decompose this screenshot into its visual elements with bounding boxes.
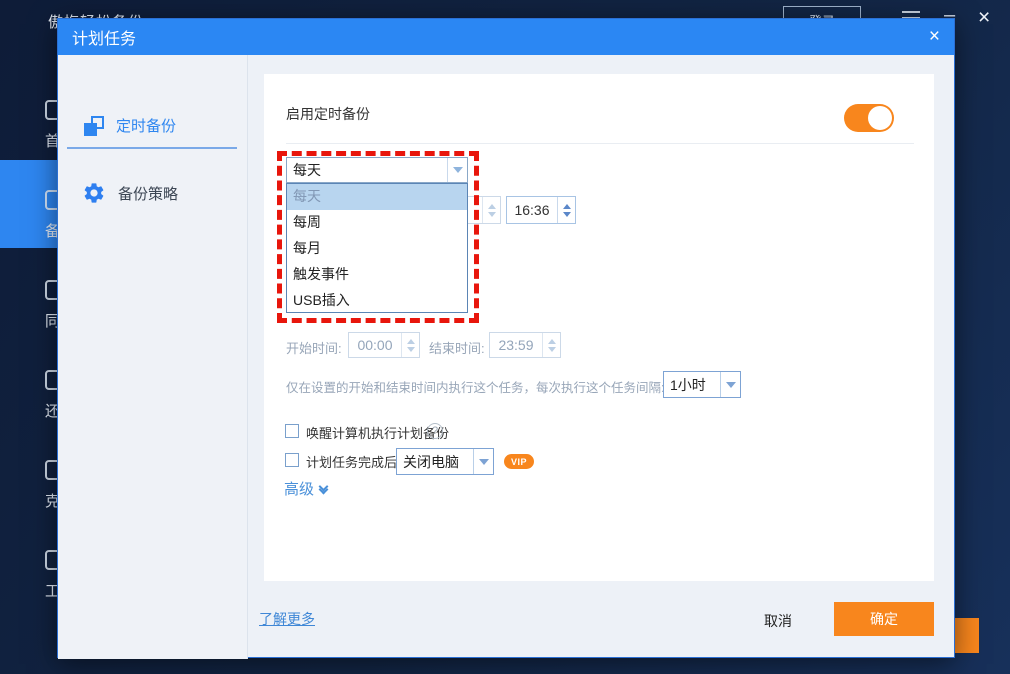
dropdown-arrow-icon[interactable]	[720, 372, 740, 397]
start-time-spinner[interactable]: 00:00	[348, 332, 420, 358]
gear-icon	[82, 181, 106, 205]
backup-time-spinner[interactable]: 16:36	[506, 196, 576, 224]
spinner-arrows-icon[interactable]	[482, 197, 500, 223]
end-time-spinner[interactable]: 23:59	[489, 332, 561, 358]
interval-description-label: 仅在设置的开始和结束时间内执行这个任务，每次执行这个任务间隔:	[286, 377, 664, 396]
sidebar-item-schedule-backup[interactable]: 定时备份	[84, 115, 176, 136]
enable-schedule-toggle[interactable]	[844, 104, 894, 132]
after-task-checkbox[interactable]	[285, 453, 299, 467]
dialog-sidebar: 定时备份 备份策略	[58, 55, 248, 659]
wake-computer-checkbox[interactable]	[285, 424, 299, 438]
backup-time-value: 16:36	[507, 202, 557, 218]
schedule-backup-icon	[84, 116, 104, 136]
dialog-title: 计划任务	[72, 25, 136, 49]
spinner-arrows-icon[interactable]	[557, 197, 575, 223]
app-window: 傲梅轻松备份 登录 – × 首 备 同 还 克 工 计划任务 × 定时备份 备份…	[0, 0, 1010, 674]
interval-value: 1小时	[664, 375, 720, 395]
after-task-action-value: 关闭电脑	[397, 452, 473, 472]
dropdown-arrow-icon[interactable]	[473, 449, 493, 474]
spinner-arrows-icon[interactable]	[401, 333, 419, 357]
end-time-value: 23:59	[490, 337, 542, 353]
schedule-dialog: 计划任务 × 定时备份 备份策略 启用定时备份 每天 1	[57, 18, 955, 658]
app-close-icon[interactable]: ×	[978, 6, 990, 30]
after-task-action-select[interactable]: 关闭电脑	[396, 448, 494, 475]
dialog-titlebar: 计划任务 ×	[58, 19, 954, 55]
after-task-label: 计划任务完成后	[306, 452, 397, 471]
enable-schedule-label: 启用定时备份	[286, 104, 370, 124]
background-button-fragment	[953, 618, 979, 653]
divider	[286, 143, 914, 144]
learn-more-link[interactable]: 了解更多	[259, 609, 315, 629]
help-icon[interactable]: ?	[427, 423, 443, 439]
sidebar-item-backup-strategy-label: 备份策略	[118, 183, 178, 204]
end-time-label: 结束时间:	[429, 338, 485, 357]
sidebar-item-backup-strategy[interactable]: 备份策略	[82, 181, 178, 205]
spinner-arrows-icon[interactable]	[542, 333, 560, 357]
start-time-label: 开始时间:	[286, 338, 342, 357]
advanced-link-label: 高级	[284, 478, 314, 499]
active-tab-underline	[67, 147, 237, 149]
cancel-button[interactable]: 取消	[753, 611, 803, 631]
sidebar-item-schedule-backup-label: 定时备份	[116, 115, 176, 136]
interval-select[interactable]: 1小时	[663, 371, 741, 398]
vip-badge: VIP	[504, 454, 534, 469]
start-time-value: 00:00	[349, 337, 401, 353]
ok-button[interactable]: 确定	[834, 602, 934, 636]
double-chevron-down-icon	[320, 487, 327, 493]
advanced-link[interactable]: 高级	[284, 478, 327, 499]
toggle-knob	[868, 106, 892, 130]
dialog-close-icon[interactable]: ×	[929, 26, 940, 48]
annotation-red-dashed-box	[277, 151, 479, 323]
